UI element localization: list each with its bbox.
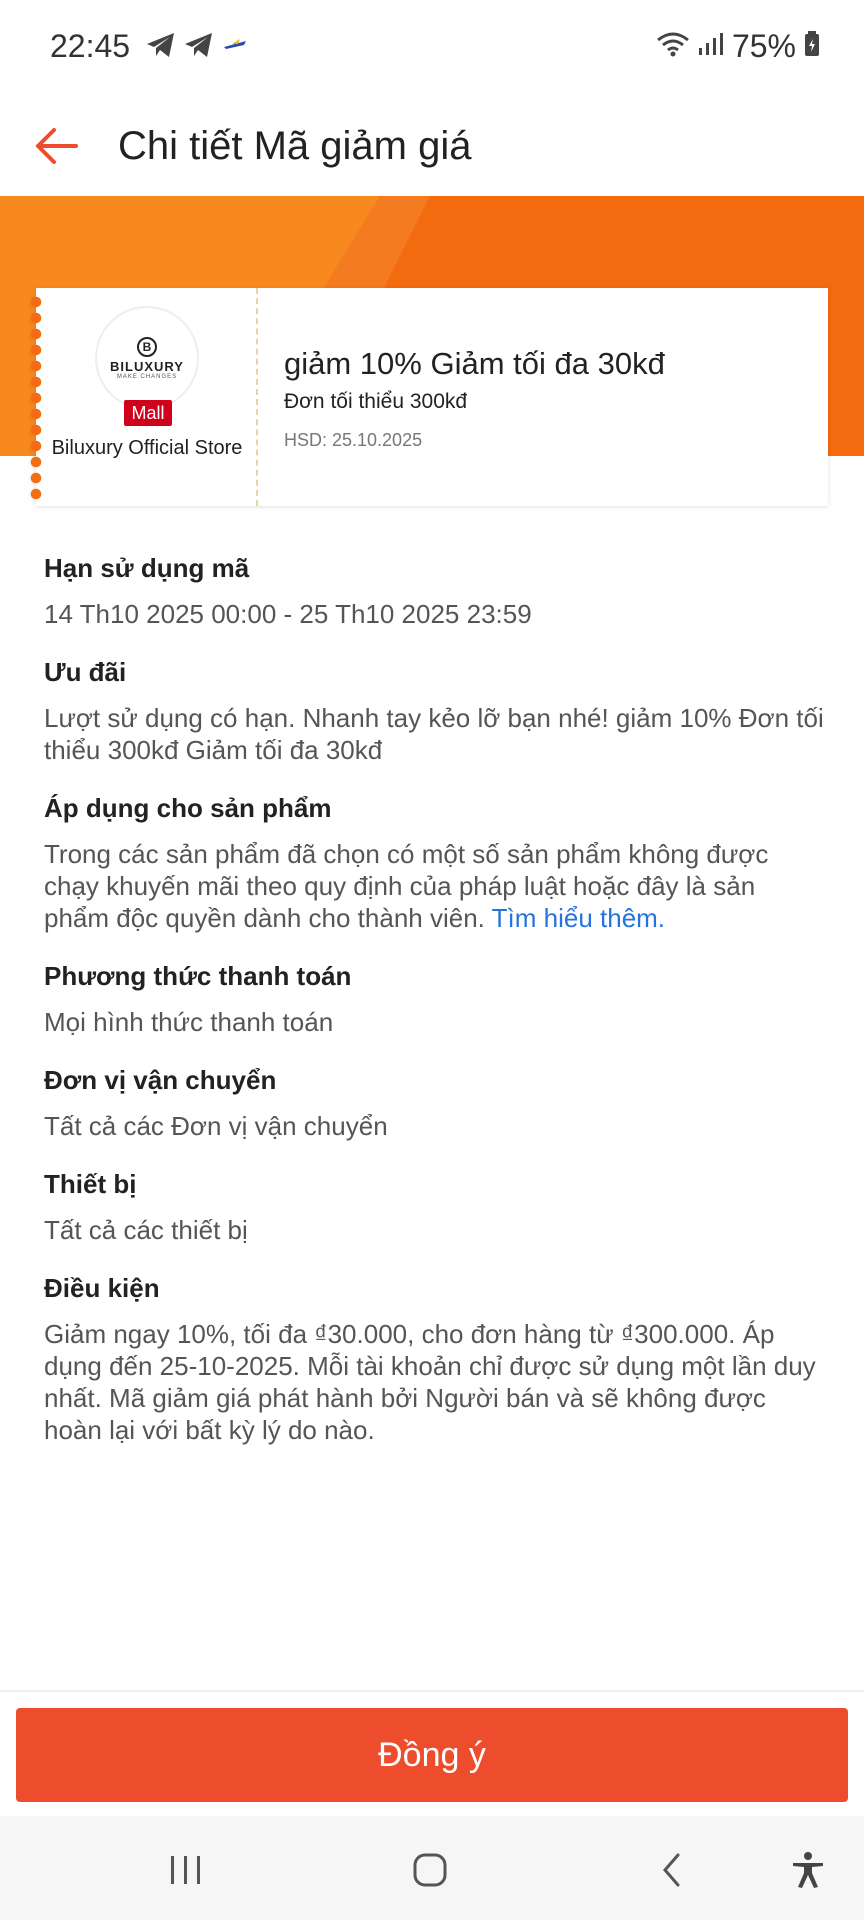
section-conditions: Điều kiện Giảm ngay 10%, tối đa ₫30.000,… <box>44 1270 824 1446</box>
notification-icons <box>146 32 248 63</box>
telegram-icon <box>146 32 176 63</box>
voucher-details: Hạn sử dụng mã 14 Th10 2025 00:00 - 25 T… <box>44 550 824 1470</box>
battery-level: 75% <box>731 28 796 64</box>
section-device: Thiết bị Tất cả các thiết bị <box>44 1166 824 1246</box>
voucher-expiry: HSD: 25.10.2025 <box>284 430 423 450</box>
accessibility-icon <box>793 1852 823 1888</box>
recent-apps-icon <box>171 1856 200 1884</box>
system-status: 75% <box>656 28 820 65</box>
system-nav-bar <box>0 1816 864 1920</box>
wifi-icon <box>656 31 690 62</box>
section-body: 14 Th10 2025 00:00 - 25 Th10 2025 23:59 <box>44 599 532 629</box>
arrow-left-icon <box>36 128 78 164</box>
section-heading: Áp dụng cho sản phẩm <box>44 793 332 823</box>
status-time: 22:45 <box>50 28 131 64</box>
section-body: Tất cả các Đơn vị vận chuyển <box>44 1111 388 1141</box>
recent-apps-button[interactable] <box>156 1846 216 1894</box>
voucher-info-section: giảm 10% Giảm tối đa 30kđ Đơn tối thiểu … <box>258 288 828 506</box>
chevron-left-icon <box>663 1853 680 1887</box>
ticket-edge <box>29 294 43 500</box>
section-body: Tất cả các thiết bị <box>44 1215 248 1245</box>
section-validity: Hạn sử dụng mã 14 Th10 2025 00:00 - 25 T… <box>44 550 824 630</box>
section-body: Mọi hình thức thanh toán <box>44 1007 334 1037</box>
battery-icon <box>804 31 820 62</box>
nav-back-button[interactable] <box>642 1846 702 1894</box>
voucher-store-section: B BILUXURY MAKE CHANGES Mall Biluxury Of… <box>29 288 258 506</box>
signal-icon <box>698 32 724 61</box>
section-heading: Đơn vị vận chuyển <box>44 1065 277 1095</box>
section-products: Áp dụng cho sản phẩm Trong các sản phẩm … <box>44 790 824 934</box>
section-payment: Phương thức thanh toán Mọi hình thức tha… <box>44 958 824 1038</box>
airplane-app-icon <box>222 35 248 60</box>
store-logo: B BILUXURY MAKE CHANGES <box>95 306 199 410</box>
voucher-card[interactable]: B BILUXURY MAKE CHANGES Mall Biluxury Of… <box>29 288 828 506</box>
logo-subtext: MAKE CHANGES <box>116 373 178 380</box>
section-heading: Hạn sử dụng mã <box>44 553 250 583</box>
telegram-icon <box>184 32 214 63</box>
home-button[interactable] <box>400 1846 460 1894</box>
section-heading: Phương thức thanh toán <box>44 961 352 991</box>
logo-text: BILUXURY <box>110 358 184 374</box>
mall-badge: Mall <box>124 400 172 426</box>
section-shipping: Đơn vị vận chuyển Tất cả các Đơn vị vận … <box>44 1062 824 1142</box>
voucher-title: giảm 10% Giảm tối đa 30kđ <box>284 346 665 381</box>
section-offer: Ưu đãi Lượt sử dụng có hạn. Nhanh tay kẻ… <box>44 654 824 766</box>
section-heading: Ưu đãi <box>44 657 127 687</box>
store-name: Biluxury Official Store <box>51 437 243 459</box>
agree-button[interactable]: Đồng ý <box>16 1708 848 1802</box>
section-heading: Điều kiện <box>44 1273 160 1303</box>
section-body: Giảm ngay 10%, tối đa ₫30.000, cho đơn h… <box>44 1319 816 1445</box>
logo-mark: B <box>137 336 157 357</box>
home-icon <box>413 1853 447 1887</box>
page-title: Chi tiết Mã giảm giá <box>118 124 472 168</box>
voucher-min-order: Đơn tối thiểu 300kđ <box>284 390 468 413</box>
status-bar: 22:45 75% <box>0 0 864 96</box>
accessibility-button[interactable] <box>778 1846 838 1894</box>
section-body: Lượt sử dụng có hạn. Nhanh tay kẻo lỡ bạ… <box>44 703 824 765</box>
footer-divider <box>0 1690 864 1692</box>
app-bar: Chi tiết Mã giảm giá <box>0 96 864 196</box>
back-button[interactable] <box>24 114 88 178</box>
section-heading: Thiết bị <box>44 1169 137 1199</box>
learn-more-link[interactable]: Tìm hiểu thêm. <box>492 903 665 933</box>
section-body: Trong các sản phẩm đã chọn có một số sản… <box>44 838 824 934</box>
